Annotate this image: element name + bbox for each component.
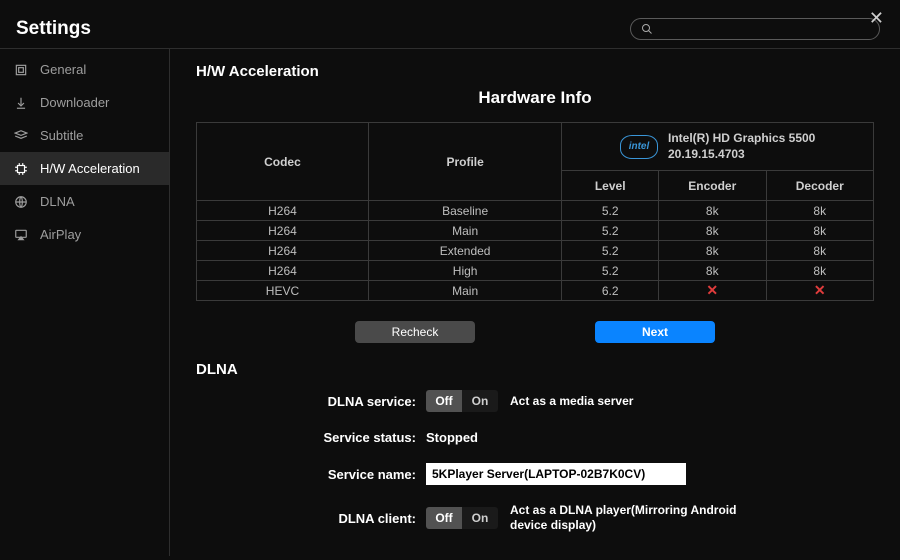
sidebar-item-hw-acceleration[interactable]: H/W Acceleration bbox=[0, 152, 169, 185]
sidebar-item-downloader[interactable]: Downloader bbox=[0, 86, 169, 119]
service-name-label: Service name: bbox=[196, 467, 426, 482]
subtitle-icon bbox=[12, 129, 30, 143]
section-title-dlna: DLNA bbox=[196, 361, 874, 378]
service-status-label: Service status: bbox=[196, 430, 426, 445]
section-title-hw: H/W Acceleration bbox=[196, 63, 874, 80]
sidebar-item-label: H/W Acceleration bbox=[40, 161, 140, 176]
sidebar-item-label: General bbox=[40, 62, 86, 77]
sidebar-item-label: AirPlay bbox=[40, 227, 81, 242]
dlna-service-toggle[interactable]: Off On bbox=[426, 390, 498, 412]
service-status-value: Stopped bbox=[426, 430, 874, 445]
x-icon: ✕ bbox=[766, 281, 874, 301]
airplay-icon bbox=[12, 228, 30, 242]
col-decoder: Decoder bbox=[766, 171, 874, 201]
col-encoder: Encoder bbox=[659, 171, 766, 201]
toggle-on[interactable]: On bbox=[462, 507, 498, 529]
table-row: H264 Main 5.2 8k 8k bbox=[197, 221, 874, 241]
search-icon bbox=[641, 23, 653, 35]
search-input[interactable] bbox=[659, 22, 869, 36]
dlna-client-toggle[interactable]: Off On bbox=[426, 507, 498, 529]
chip-icon bbox=[12, 162, 30, 176]
close-icon[interactable]: ✕ bbox=[863, 6, 890, 31]
sidebar-item-airplay[interactable]: AirPlay bbox=[0, 218, 169, 251]
service-name-input[interactable] bbox=[426, 463, 686, 485]
general-icon bbox=[12, 63, 30, 77]
gpu-driver: 20.19.15.4703 bbox=[668, 147, 815, 163]
sidebar-item-dlna[interactable]: DLNA bbox=[0, 185, 169, 218]
sidebar-item-label: Downloader bbox=[40, 95, 109, 110]
topbar: Settings bbox=[0, 0, 900, 48]
dlna-icon bbox=[12, 195, 30, 209]
intel-logo-icon: intel bbox=[620, 135, 658, 159]
toggle-off[interactable]: Off bbox=[426, 507, 462, 529]
sidebar-item-subtitle[interactable]: Subtitle bbox=[0, 119, 169, 152]
hardware-info-title: Hardware Info bbox=[196, 88, 874, 108]
col-level: Level bbox=[562, 171, 659, 201]
col-profile: Profile bbox=[368, 123, 561, 201]
dlna-client-desc: Act as a DLNA player(Mirroring Android d… bbox=[510, 503, 770, 533]
dlna-client-label: DLNA client: bbox=[196, 511, 426, 526]
sidebar-item-label: DLNA bbox=[40, 194, 75, 209]
table-row: H264 Extended 5.2 8k 8k bbox=[197, 241, 874, 261]
gpu-name: Intel(R) HD Graphics 5500 bbox=[668, 131, 815, 147]
x-icon: ✕ bbox=[659, 281, 766, 301]
next-button[interactable]: Next bbox=[595, 321, 715, 343]
table-row: H264 High 5.2 8k 8k bbox=[197, 261, 874, 281]
toggle-off[interactable]: Off bbox=[426, 390, 462, 412]
toggle-on[interactable]: On bbox=[462, 390, 498, 412]
table-row: HEVC Main 6.2 ✕ ✕ bbox=[197, 281, 874, 301]
sidebar: General Downloader Subtitle H/W Accelera… bbox=[0, 49, 170, 556]
recheck-button[interactable]: Recheck bbox=[355, 321, 475, 343]
search-box[interactable] bbox=[630, 18, 880, 40]
sidebar-item-label: Subtitle bbox=[40, 128, 83, 143]
hardware-table: Codec Profile intel Intel(R) HD Graphics… bbox=[196, 122, 874, 301]
gpu-info-cell: intel Intel(R) HD Graphics 5500 20.19.15… bbox=[562, 123, 874, 171]
main-panel: H/W Acceleration Hardware Info Codec Pro… bbox=[170, 49, 900, 556]
dlna-service-label: DLNA service: bbox=[196, 394, 426, 409]
download-icon bbox=[12, 96, 30, 110]
page-title: Settings bbox=[16, 18, 91, 40]
sidebar-item-general[interactable]: General bbox=[0, 53, 169, 86]
table-row: H264 Baseline 5.2 8k 8k bbox=[197, 201, 874, 221]
dlna-service-desc: Act as a media server bbox=[510, 394, 633, 409]
col-codec: Codec bbox=[197, 123, 369, 201]
